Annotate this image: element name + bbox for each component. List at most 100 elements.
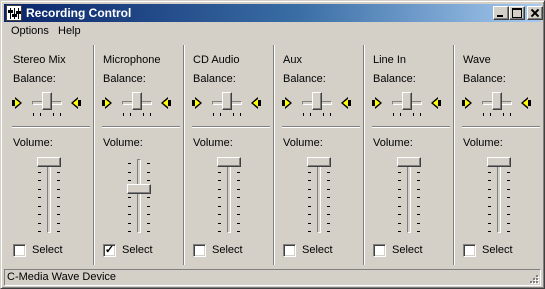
balance-tick xyxy=(310,113,311,116)
mixer-icon[interactable] xyxy=(6,5,22,21)
volume-label: Volume: xyxy=(373,137,413,149)
speaker-right-icon xyxy=(519,96,531,110)
window-title: Recording Control xyxy=(26,6,132,20)
select-label[interactable]: Select xyxy=(392,244,423,256)
balance-label: Balance: xyxy=(193,73,236,85)
section-divider xyxy=(12,126,90,128)
select-checkbox[interactable] xyxy=(283,244,296,257)
volume-tick xyxy=(57,231,60,232)
volume-track[interactable] xyxy=(47,159,51,233)
select-checkbox[interactable] xyxy=(463,244,476,257)
volume-tick xyxy=(308,197,311,198)
volume-tick xyxy=(507,171,510,173)
select-checkbox[interactable] xyxy=(193,244,206,257)
volume-tick xyxy=(398,188,401,190)
volume-label: Volume: xyxy=(103,137,143,149)
volume-tick xyxy=(488,197,491,198)
balance-label: Balance: xyxy=(13,73,56,85)
resize-grip-icon[interactable] xyxy=(527,272,539,284)
volume-track[interactable] xyxy=(137,159,141,233)
title-bar[interactable]: Recording Control xyxy=(4,4,543,22)
volume-tick xyxy=(218,171,221,173)
select-checkbox[interactable]: ✓ xyxy=(103,244,116,257)
volume-tick xyxy=(147,222,150,224)
select-label[interactable]: Select xyxy=(302,244,333,256)
speaker-right-icon xyxy=(429,96,441,110)
balance-tick xyxy=(53,113,54,116)
balance-tick xyxy=(330,113,331,116)
volume-track[interactable] xyxy=(317,159,321,233)
volume-tick xyxy=(398,197,401,198)
balance-slider[interactable] xyxy=(42,92,52,110)
volume-tick xyxy=(237,205,240,207)
volume-label: Volume: xyxy=(193,137,233,149)
close-button[interactable] xyxy=(527,6,543,20)
volume-tick xyxy=(488,205,491,207)
balance-slider[interactable] xyxy=(132,92,142,110)
volume-tick xyxy=(38,188,41,190)
select-checkbox[interactable] xyxy=(13,244,26,257)
menu-options[interactable]: Options xyxy=(11,25,49,37)
speaker-left-icon xyxy=(372,96,384,110)
volume-tick xyxy=(507,180,510,181)
volume-tick xyxy=(218,205,221,207)
volume-tick xyxy=(147,214,150,215)
volume-tick xyxy=(57,205,60,207)
volume-tick xyxy=(417,171,420,173)
volume-slider[interactable] xyxy=(217,157,241,167)
section-divider xyxy=(282,126,360,128)
balance-tick xyxy=(40,113,41,116)
balance-tick xyxy=(323,113,324,116)
balance-slider[interactable] xyxy=(312,92,322,110)
balance-tick xyxy=(510,113,511,116)
volume-tick xyxy=(398,205,401,207)
balance-slider[interactable] xyxy=(402,92,412,110)
channel-name: CD Audio xyxy=(193,54,240,66)
volume-slider[interactable] xyxy=(127,184,151,195)
channel-strip: Wave Balance: Volume: Select xyxy=(454,45,544,267)
maximize-button[interactable] xyxy=(509,6,525,20)
volume-track[interactable] xyxy=(497,159,501,233)
select-label[interactable]: Select xyxy=(482,244,513,256)
select-checkbox[interactable] xyxy=(373,244,386,257)
balance-slider[interactable] xyxy=(492,92,502,110)
volume-tick xyxy=(327,222,330,224)
speaker-right-icon xyxy=(159,96,171,110)
volume-label: Volume: xyxy=(13,137,53,149)
volume-tick xyxy=(507,205,510,207)
volume-slider[interactable] xyxy=(307,157,331,167)
volume-slider[interactable] xyxy=(487,157,511,167)
volume-tick xyxy=(128,222,131,224)
volume-slider[interactable] xyxy=(397,157,421,167)
select-label[interactable]: Select xyxy=(122,244,153,256)
volume-slider[interactable] xyxy=(37,157,61,167)
volume-tick xyxy=(237,171,240,173)
volume-tick xyxy=(237,197,240,198)
balance-tick xyxy=(483,113,484,116)
volume-tick xyxy=(128,171,131,173)
balance-control xyxy=(192,92,262,116)
balance-slider[interactable] xyxy=(222,92,232,110)
minimize-button[interactable] xyxy=(493,6,509,20)
volume-tick xyxy=(308,222,311,224)
section-divider xyxy=(102,126,180,128)
section-divider xyxy=(372,126,450,128)
volume-tick xyxy=(417,214,420,215)
volume-tick xyxy=(128,197,131,198)
menu-bar: Options Help xyxy=(4,23,541,41)
select-label[interactable]: Select xyxy=(32,244,63,256)
volume-tick xyxy=(38,197,41,198)
balance-control xyxy=(462,92,532,116)
menu-help[interactable]: Help xyxy=(58,25,81,37)
volume-track[interactable] xyxy=(407,159,411,233)
volume-tick xyxy=(398,214,401,215)
select-label[interactable]: Select xyxy=(212,244,243,256)
channel-strip: Stereo Mix Balance: Volume: Select xyxy=(4,45,94,267)
volume-tick xyxy=(398,171,401,173)
volume-tick xyxy=(417,205,420,207)
channel-strip: Line In Balance: Volume: Select xyxy=(364,45,454,267)
volume-track[interactable] xyxy=(227,159,231,233)
volume-tick xyxy=(308,205,311,207)
volume-tick xyxy=(218,214,221,215)
balance-tick xyxy=(240,113,241,116)
